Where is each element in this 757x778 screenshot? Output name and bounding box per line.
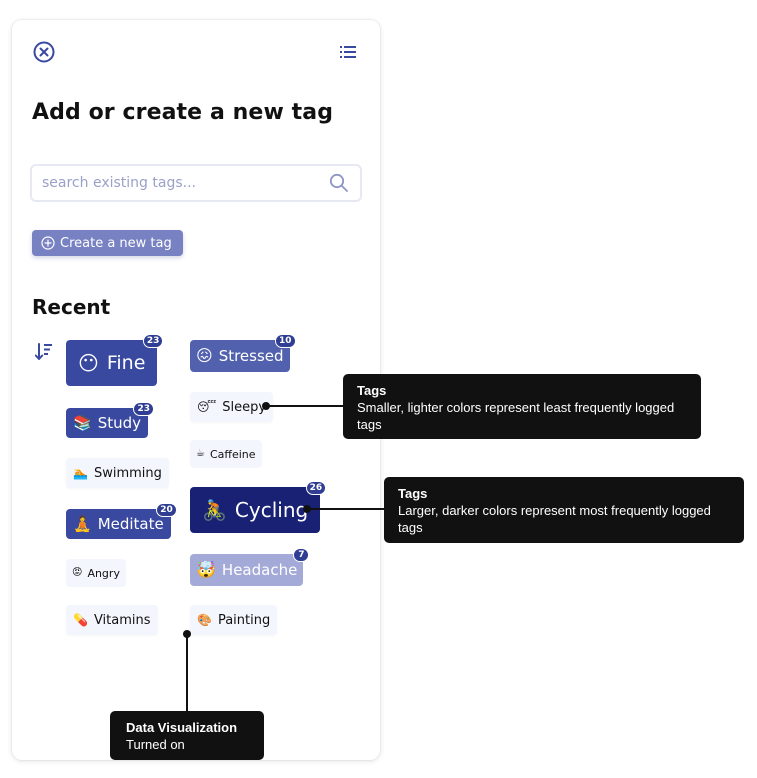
- close-button[interactable]: [32, 40, 56, 64]
- tag-count-badge: 7: [293, 548, 310, 562]
- tag-label: Stressed: [218, 347, 284, 365]
- tag-vitamins[interactable]: 💊 Vitamins: [66, 605, 158, 635]
- tag-count-badge: 23: [142, 334, 164, 348]
- search-icon[interactable]: [328, 172, 350, 194]
- coffee-icon: ☕: [196, 448, 205, 459]
- tag-fine[interactable]: 😶 Fine 23: [66, 334, 164, 386]
- books-icon: 📚: [73, 413, 92, 432]
- list-view-icon: [340, 46, 356, 58]
- tag-label: Cycling: [234, 498, 309, 522]
- tag-label: Angry: [87, 566, 120, 580]
- tag-swimming[interactable]: 🏊 Swimming: [66, 458, 169, 488]
- palette-icon: 🎨: [197, 613, 212, 627]
- list-view-button[interactable]: [338, 42, 358, 62]
- tag-label: Vitamins: [93, 612, 151, 628]
- sleeping-face-icon: 😴: [197, 400, 217, 414]
- annotation-dark-tags: Tags Larger, darker colors represent mos…: [384, 477, 744, 543]
- tag-label: Painting: [217, 612, 271, 628]
- tag-count-badge: 20: [156, 503, 177, 517]
- add-tag-panel: Add or create a new tag Create a new tag…: [12, 20, 380, 760]
- cyclist-icon: 🚴: [202, 498, 227, 522]
- tag-label: Fine: [106, 352, 146, 374]
- tag-painting[interactable]: 🎨 Painting: [190, 605, 278, 635]
- annotation-data-visualization: Data Visualization Turned on: [110, 711, 264, 760]
- pill-icon: 💊: [73, 613, 88, 627]
- tag-label: Meditate: [97, 515, 164, 533]
- swimmer-icon: 🏊: [73, 466, 88, 480]
- annotation-body: Smaller, lighter colors represent least …: [357, 400, 675, 432]
- tag-stressed[interactable]: 😖 Stressed 10: [190, 334, 296, 372]
- tag-meditate[interactable]: 🧘 Meditate 20: [66, 503, 177, 539]
- tag-angry[interactable]: 😡 Angry: [66, 559, 126, 587]
- tag-caffeine[interactable]: ☕ Caffeine: [190, 440, 262, 468]
- tag-label: Study: [97, 414, 141, 432]
- tag-cycling[interactable]: 🚴 Cycling 26: [190, 481, 327, 533]
- tag-label: Caffeine: [209, 447, 256, 461]
- annotation-connector: [266, 405, 344, 407]
- tag-study[interactable]: 📚 Study 23: [66, 402, 154, 438]
- annotation-title: Data Visualization: [126, 720, 238, 735]
- annotation-title: Tags: [398, 486, 428, 501]
- annotation-body: Turned on: [126, 737, 185, 752]
- page-title: Add or create a new tag: [32, 100, 334, 125]
- tag-label: Sleepy: [222, 399, 267, 415]
- annotation-connector: [307, 508, 385, 510]
- meditation-icon: 🧘: [73, 514, 92, 533]
- search-input[interactable]: [42, 175, 328, 191]
- angry-face-icon: 😡: [72, 567, 83, 578]
- annotation-title: Tags: [357, 383, 387, 398]
- tag-headache[interactable]: 🤯 Headache 7: [190, 548, 310, 586]
- tag-count-badge: 26: [305, 481, 327, 495]
- tag-label: Headache: [221, 561, 298, 579]
- plus-circle-icon: [41, 236, 55, 250]
- confounded-face-icon: 😖: [196, 346, 213, 365]
- tag-count-badge: 23: [133, 402, 154, 416]
- search-field[interactable]: [30, 164, 362, 202]
- create-new-tag-label: Create a new tag: [60, 235, 172, 251]
- tag-label: Swimming: [93, 465, 162, 481]
- create-new-tag-button[interactable]: Create a new tag: [32, 230, 183, 256]
- annotation-body: Larger, darker colors represent most fre…: [398, 503, 711, 535]
- annotation-light-tags: Tags Smaller, lighter colors represent l…: [343, 374, 701, 439]
- neutral-face-icon: 😶: [78, 351, 99, 375]
- sort-button[interactable]: [34, 342, 54, 362]
- tag-sleepy[interactable]: 😴 Sleepy: [190, 392, 274, 422]
- annotation-connector: [186, 634, 188, 712]
- exploding-head-icon: 🤯: [196, 560, 216, 579]
- sort-descending-icon: [35, 343, 52, 360]
- recent-heading: Recent: [32, 295, 111, 319]
- tag-count-badge: 10: [275, 334, 296, 348]
- close-circle-icon: [33, 41, 55, 63]
